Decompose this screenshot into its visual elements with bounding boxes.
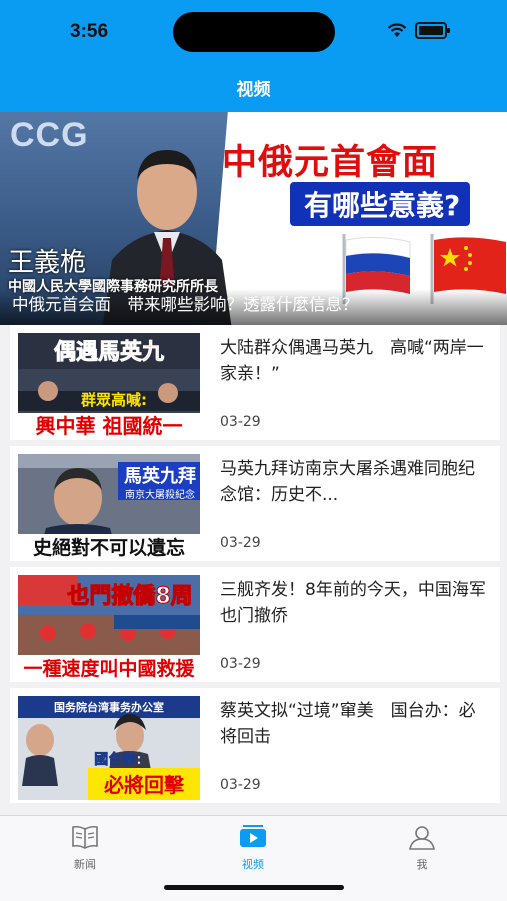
wifi-icon [387, 23, 407, 37]
thumb-text-top: 也門撤僑8周 [67, 583, 192, 609]
video-thumbnail: 馬英九拜 南京大屠殺紀念 史絕對不可以遺忘 [18, 454, 200, 558]
status-time: 3:56 [70, 21, 109, 42]
video-date: 03-29 [220, 535, 261, 551]
video-date: 03-29 [220, 414, 261, 430]
tab-video-label: 视频 [242, 858, 264, 871]
video-date: 03-29 [220, 777, 261, 793]
tab-me-label: 我 [416, 858, 428, 871]
banner-headline: 中俄元首會面 [222, 143, 439, 183]
battery-icon [415, 22, 450, 39]
banner-bg-logo: CCG [10, 116, 89, 154]
banner-caption: 中俄元首会面 带来哪些影响？透露什麼信息？ [12, 295, 359, 314]
tab-video[interactable]: 视频 [208, 824, 298, 872]
book-icon [72, 825, 98, 849]
tab-news[interactable]: 新闻 [40, 824, 130, 872]
video-item[interactable]: 偶遇馬英九 群眾高喊: 興中華 祖國統一 大陆群众偶遇马英九 高喊“两岸一家亲！… [10, 325, 500, 440]
dynamic-island [173, 12, 335, 52]
thumb-text-bottom: 必將回擊 [103, 773, 185, 797]
app-header: 3:56 视频 [0, 0, 507, 112]
thumb-text-bottom: 一種速度叫中國救援 [23, 657, 195, 679]
video-date: 03-29 [220, 656, 261, 672]
video-thumbnail: 也門撤僑8周 一種速度叫中國救援 [18, 575, 200, 679]
thumb-text-bottom: 興中華 祖國統一 [36, 414, 183, 437]
thumb-text-mid: 南京大屠殺紀念 [125, 488, 195, 501]
banner-subheadline: 有哪些意義? [290, 182, 471, 226]
video-title: 大陆群众偶遇马英九 高喊“两岸一家亲！” [220, 338, 484, 384]
video-item[interactable]: 国务院台湾事务办公室 國台辦: 必將回擊 蔡英文拟“过境”窜美 国台办：必将回击… [10, 688, 500, 803]
thumb-text-top: 馬英九拜 [124, 465, 196, 487]
tab-me[interactable]: 我 [377, 824, 467, 872]
video-title: 三舰齐发！8年前的今天，中国海军也门撤侨 [220, 580, 486, 626]
thumb-text-top: 偶遇馬英九 [54, 340, 164, 365]
video-thumbnail: 偶遇馬英九 群眾高喊: 興中華 祖國統一 [18, 333, 200, 437]
thumb-text-bottom: 史絕對不可以遺忘 [33, 536, 185, 558]
page-title: 视频 [236, 80, 271, 100]
speaker-name: 王義桅 [8, 248, 87, 278]
thumb-text-mid: 國台辦: [94, 751, 142, 768]
video-title: 马英九拜访南京大屠杀遇难同胞纪念馆：历史不... [220, 459, 475, 505]
video-icon [240, 825, 266, 847]
video-item[interactable]: 馬英九拜 南京大屠殺紀念 史絕對不可以遺忘 马英九拜访南京大屠杀遇难同胞纪念馆：… [10, 446, 500, 561]
thumb-text-mid: 群眾高喊: [81, 391, 147, 409]
banner-caption-bar: 中俄元首会面 带来哪些影响？透露什麼信息？ [0, 289, 507, 325]
status-icons [387, 22, 450, 39]
person-icon [409, 826, 435, 850]
video-title: 蔡英文拟“过境”窜美 国台办：必将回击 [220, 701, 476, 747]
thumb-text-top: 国务院台湾事务办公室 [54, 700, 164, 714]
home-indicator[interactable] [164, 885, 344, 890]
video-thumbnail: 国务院台湾事务办公室 國台辦: 必將回擊 [18, 696, 200, 800]
video-item[interactable]: 也門撤僑8周 一種速度叫中國救援 三舰齐发！8年前的今天，中国海军也门撤侨 03… [10, 567, 500, 682]
featured-video-banner[interactable]: CCG 中俄元首會面 有哪些意義? 王義桅 中國人民大學國際事務研究所所長 中俄… [0, 112, 507, 325]
tab-news-label: 新闻 [74, 858, 96, 871]
